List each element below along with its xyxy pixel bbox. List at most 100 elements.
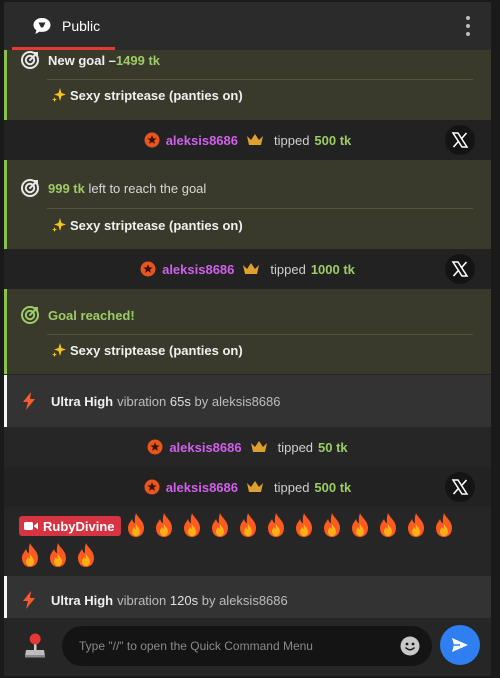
x-share-button[interactable] — [445, 472, 475, 502]
tip-row: aleksis8686 tipped 50 tk — [4, 427, 491, 467]
tip-amount: 1000 tk — [310, 261, 355, 277]
tipper-username[interactable]: aleksis8686 — [162, 262, 234, 277]
goal-reached-card: Goal reached! Sexy striptease (panties o… — [4, 289, 491, 374]
chat-header: Public — [4, 2, 491, 50]
star-badge-icon — [144, 132, 160, 148]
goal-reached-description-row: Sexy striptease (panties on) — [51, 342, 243, 358]
tipper-username[interactable]: aleksis8686 — [166, 133, 238, 148]
vibration-row: Ultra High vibration 65s by aleksis8686 — [4, 375, 491, 427]
star-badge-icon — [147, 439, 163, 455]
fire-emojis-line-1 — [125, 512, 461, 537]
fire-emojis-line-2 — [19, 542, 491, 568]
camera-icon — [24, 522, 38, 530]
divider — [47, 334, 473, 335]
target-icon — [21, 179, 39, 197]
goal-new-description-row: Sexy striptease (panties on) — [51, 87, 243, 103]
x-logo-icon — [451, 261, 469, 277]
tab-public-label: Public — [62, 18, 101, 34]
fire-emoji-icon — [293, 512, 315, 538]
fire-emoji-icon — [209, 512, 231, 538]
fire-emoji-icon — [181, 512, 203, 538]
tipped-label: tipped — [270, 261, 306, 277]
divider — [47, 79, 473, 80]
sparkles-icon — [52, 88, 66, 102]
tipped-label: tipped — [274, 132, 310, 148]
star-badge-icon — [140, 261, 156, 277]
crown-icon — [250, 441, 267, 452]
fire-emoji-icon — [265, 512, 287, 538]
crown-icon — [247, 134, 263, 145]
chat-message: RubyDivine — [4, 507, 491, 576]
send-icon — [452, 638, 468, 652]
crown-icon — [247, 481, 263, 492]
goal-new-description: Sexy striptease (panties on) — [70, 87, 243, 103]
sparkles-icon — [52, 343, 66, 357]
vertical-dots-icon[interactable] — [465, 16, 471, 36]
lightning-bolt-icon — [23, 591, 35, 609]
fire-emoji-icon — [321, 512, 343, 538]
vibration-by: by — [201, 592, 216, 608]
tip-amount: 500 tk — [314, 132, 352, 148]
send-button[interactable] — [440, 625, 480, 665]
joystick-icon[interactable] — [24, 632, 46, 658]
fire-emoji-icon — [153, 512, 175, 538]
vibration-row: Ultra High vibration 120s by aleksis8686 — [4, 576, 491, 618]
tip-row: aleksis8686 tipped 1000 tk — [4, 249, 491, 289]
goal-new-prefix: New goal – — [48, 52, 116, 68]
star-badge-icon — [144, 479, 160, 495]
vibration-word: vibration — [117, 592, 167, 608]
fire-emoji-icon — [433, 512, 455, 538]
goal-new-amount: 1499 tk — [115, 52, 161, 68]
chat-feed: New goal – 1499 tk Sexy striptease (pant… — [4, 50, 491, 618]
tipped-label: tipped — [274, 479, 310, 495]
fire-emoji-icon — [377, 512, 399, 538]
tipper-username[interactable]: aleksis8686 — [166, 480, 238, 495]
vibration-user[interactable]: aleksis8686 — [219, 593, 288, 608]
fire-emoji-icon — [19, 542, 41, 568]
tip-row: aleksis8686 tipped 500 tk — [4, 120, 491, 160]
vibration-duration: 65s — [169, 393, 191, 409]
chat-composer — [4, 618, 491, 676]
chat-input-wrapper[interactable] — [62, 626, 432, 666]
smiley-icon[interactable] — [400, 636, 420, 656]
goal-progress-description-row: Sexy striptease (panties on) — [51, 217, 243, 233]
sparkles-icon — [52, 218, 66, 232]
vibration-by: by — [194, 393, 209, 409]
x-share-button[interactable] — [445, 125, 475, 155]
tip-amount: 500 tk — [314, 479, 352, 495]
tip-amount: 50 tk — [318, 439, 348, 455]
goal-reached-heading: Goal reached! — [20, 305, 135, 325]
vibration-duration: 120s — [169, 592, 199, 608]
vibration-details: vibration 65s by aleksis8686 — [117, 394, 280, 409]
vibration-level: Ultra High — [51, 592, 114, 608]
vibration-level: Ultra High — [51, 393, 114, 409]
goal-progress-card: 999 tk left to reach the goal Sexy strip… — [4, 160, 491, 249]
broadcaster-name: RubyDivine — [43, 518, 115, 534]
chat-input[interactable] — [79, 639, 389, 653]
fire-emoji-icon — [125, 512, 147, 538]
broadcaster-badge[interactable]: RubyDivine — [19, 516, 121, 536]
vibration-user[interactable]: aleksis8686 — [212, 394, 281, 409]
fire-emoji-icon — [405, 512, 427, 538]
x-logo-icon — [451, 479, 469, 495]
goal-reached-title: Goal reached! — [48, 307, 135, 323]
divider — [47, 208, 473, 209]
target-icon — [21, 51, 39, 69]
goal-new-heading: New goal – 1499 tk — [20, 50, 160, 70]
fire-emoji-icon — [349, 512, 371, 538]
fire-emoji-icon — [237, 512, 259, 538]
goal-reached-description: Sexy striptease (panties on) — [70, 342, 243, 358]
chat-panel: Public New goal – 1499 tk Sexy stripteas… — [4, 2, 491, 676]
speech-bubble-icon — [33, 18, 51, 34]
tipper-username[interactable]: aleksis8686 — [169, 440, 241, 455]
tipped-label: tipped — [277, 439, 314, 455]
lightning-bolt-icon — [23, 392, 35, 410]
crown-icon — [243, 263, 260, 274]
fire-emoji-icon — [75, 542, 97, 568]
tip-row: aleksis8686 tipped 500 tk — [4, 467, 491, 507]
x-share-button[interactable] — [445, 254, 475, 284]
vibration-word: vibration — [117, 393, 167, 409]
goal-new-card: New goal – 1499 tk Sexy striptease (pant… — [4, 50, 491, 120]
tab-public[interactable]: Public — [32, 2, 100, 50]
fire-emoji-icon — [47, 542, 69, 568]
